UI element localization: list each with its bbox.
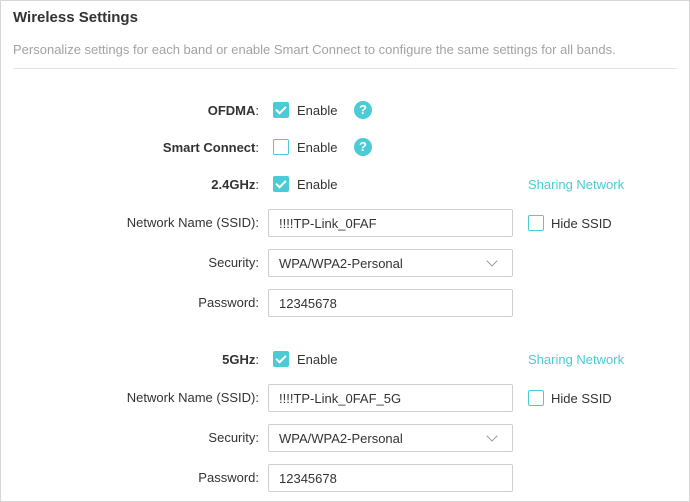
band-24-label: 2.4GHz:	[211, 177, 259, 192]
smart-connect-label: Smart Connect:	[163, 140, 259, 155]
band-5-password-label: Password:	[198, 470, 259, 485]
band-24-hide-ssid-checkbox[interactable]	[528, 215, 544, 231]
band-24-colon: :	[255, 177, 259, 192]
smart-connect-label-text: Smart Connect	[162, 140, 256, 155]
page-title: Wireless Settings	[13, 9, 138, 26]
band-24-checkbox[interactable]	[273, 176, 289, 192]
band-24-label-text: 2.4GHz	[211, 177, 256, 192]
band-5-ssid-input[interactable]	[268, 384, 513, 412]
page-subtitle: Personalize settings for each band or en…	[13, 42, 616, 57]
band-5-colon: :	[255, 352, 259, 367]
band-5-ssid-label: Network Name (SSID):	[126, 390, 259, 405]
band-24-sharing-network-link[interactable]: Sharing Network	[528, 177, 624, 192]
band-5-security-label: Security:	[208, 430, 259, 445]
band-5-sharing-network-link[interactable]: Sharing Network	[528, 352, 624, 367]
ofdma-label-text: OFDMA	[207, 103, 256, 118]
band-5-hide-ssid-checkbox[interactable]	[528, 390, 544, 406]
band-5-hide-ssid-label[interactable]: Hide SSID	[551, 391, 612, 406]
band-24-password-input[interactable]	[268, 289, 513, 317]
chevron-down-icon	[486, 430, 498, 442]
band-5-security-value: WPA/WPA2-Personal	[279, 431, 403, 446]
band-5-label-text: 5GHz	[222, 352, 256, 367]
smart-connect-enable-label[interactable]: Enable	[297, 140, 337, 155]
band-24-security-label: Security:	[208, 255, 259, 270]
smart-connect-help-icon[interactable]: ?	[354, 138, 372, 156]
wireless-settings-panel: Wireless Settings Personalize settings f…	[0, 0, 690, 502]
band-5-password-input[interactable]	[268, 464, 513, 492]
ofdma-colon: :	[255, 103, 259, 118]
band-5-enable-label[interactable]: Enable	[297, 352, 337, 367]
band-24-password-label: Password:	[198, 295, 259, 310]
ofdma-enable-label[interactable]: Enable	[297, 103, 337, 118]
divider	[13, 68, 677, 69]
smart-connect-colon: :	[255, 140, 259, 155]
smart-connect-checkbox[interactable]	[273, 139, 289, 155]
band-24-security-select[interactable]: WPA/WPA2-Personal	[268, 249, 513, 277]
band-24-hide-ssid-label[interactable]: Hide SSID	[551, 216, 612, 231]
band-5-checkbox[interactable]	[273, 351, 289, 367]
band-5-security-select[interactable]: WPA/WPA2-Personal	[268, 424, 513, 452]
band-24-enable-label[interactable]: Enable	[297, 177, 337, 192]
ofdma-help-icon[interactable]: ?	[354, 101, 372, 119]
band-24-ssid-label: Network Name (SSID):	[126, 215, 259, 230]
ofdma-label: OFDMA:	[208, 103, 259, 118]
band-24-security-value: WPA/WPA2-Personal	[279, 256, 403, 271]
ofdma-checkbox[interactable]	[273, 102, 289, 118]
chevron-down-icon	[486, 255, 498, 267]
band-24-ssid-input[interactable]	[268, 209, 513, 237]
band-5-label: 5GHz:	[222, 352, 259, 367]
